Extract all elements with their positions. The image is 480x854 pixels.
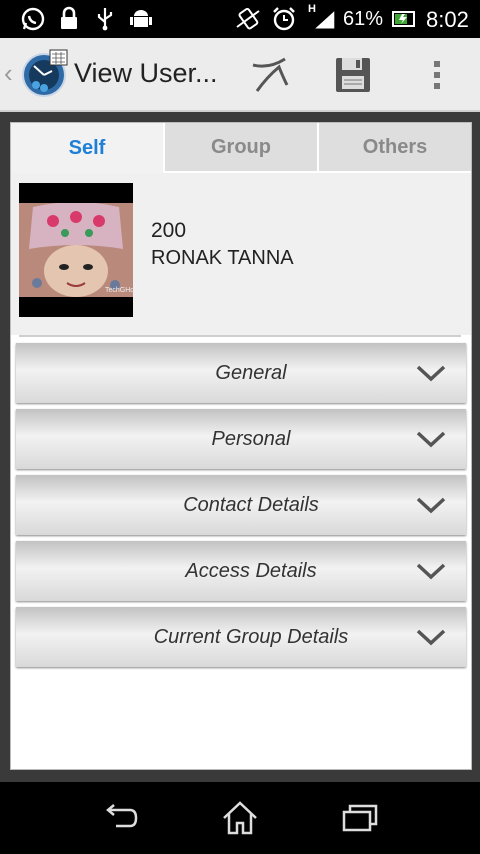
battery-icon [391, 6, 417, 32]
tab-group[interactable]: Group [165, 123, 319, 173]
chevron-down-icon [416, 629, 446, 646]
whatsapp-icon [20, 6, 46, 32]
action-bar: ‹ View User... [0, 38, 480, 112]
user-detail-panel: Self Group Others TechGHd 200 RONAK TANN… [10, 122, 472, 770]
section-label: Contact Details [183, 494, 319, 516]
tab-others[interactable]: Others [319, 123, 471, 173]
clock: 8:02 [426, 7, 469, 32]
alarm-icon [271, 6, 297, 32]
home-icon[interactable] [220, 798, 260, 838]
section-access-details[interactable]: Access Details [16, 541, 466, 601]
content-frame: Self Group Others TechGHd 200 RONAK TANN… [0, 112, 480, 782]
tab-bar: Self Group Others [11, 123, 471, 173]
avatar[interactable]: TechGHd [19, 183, 135, 317]
battery-percent: 61% [343, 8, 384, 30]
up-chevron-icon[interactable]: ‹ [4, 58, 13, 89]
section-label: Personal [211, 428, 291, 450]
tab-self[interactable]: Self [11, 123, 165, 173]
status-bar: H 61% 8:02 [0, 0, 480, 38]
android-debug-icon [128, 6, 154, 32]
section-general[interactable]: General [16, 343, 466, 403]
section-personal[interactable]: Personal [16, 409, 466, 469]
chevron-down-icon [416, 365, 446, 382]
section-list: General Personal Contact Details Access … [16, 343, 466, 673]
app-logo-icon[interactable] [20, 48, 70, 98]
photo-watermark: TechGHd [105, 287, 135, 294]
recent-apps-icon[interactable] [340, 798, 380, 838]
usb-icon [92, 6, 118, 32]
section-contact-details[interactable]: Contact Details [16, 475, 466, 535]
screen-title: View User... [74, 58, 218, 88]
user-name: RONAK TANNA [151, 247, 294, 269]
lock-icon [56, 6, 82, 32]
profile-summary: TechGHd 200 RONAK TANNA [11, 173, 471, 335]
section-label: General [215, 362, 287, 384]
save-icon[interactable] [330, 52, 376, 98]
signal-type-label: H [308, 3, 316, 15]
section-label: Current Group Details [153, 626, 349, 648]
chevron-down-icon [416, 563, 446, 580]
cancel-icon[interactable] [246, 52, 292, 98]
back-icon[interactable] [100, 798, 140, 838]
system-nav-bar [0, 782, 480, 854]
overflow-menu-icon[interactable] [414, 52, 460, 98]
user-id: 200 [151, 219, 187, 242]
chevron-down-icon [416, 497, 446, 514]
section-current-group-details[interactable]: Current Group Details [16, 607, 466, 667]
divider [19, 335, 461, 337]
section-label: Access Details [185, 560, 317, 582]
chevron-down-icon [416, 431, 446, 448]
vibrate-icon [235, 6, 261, 32]
